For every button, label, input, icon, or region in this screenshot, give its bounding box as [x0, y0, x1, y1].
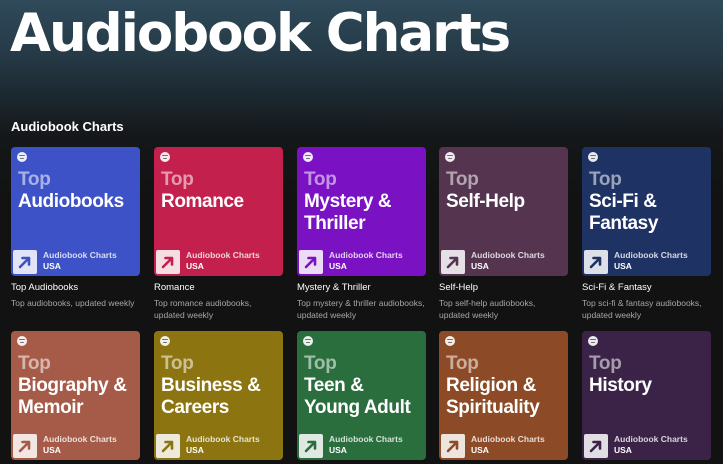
cover-region-label: USA [186, 261, 204, 271]
card-title-link[interactable]: Mystery & Thriller [297, 282, 426, 293]
chart-card[interactable]: Top Religion & Spirituality Audiobook Char… [439, 331, 568, 460]
chart-card[interactable]: Top Teen & Young Adult Audiobook Charts USA [297, 331, 426, 460]
cover-brand-label: Audiobook Charts [471, 434, 545, 444]
spotify-logo-icon [303, 336, 313, 346]
chart-cover[interactable]: Top Sci-Fi & Fantasy Audiobook Charts USA [582, 147, 711, 276]
card-description: Top sci-fi & fantasy audiobooks, updated… [582, 298, 702, 320]
cover-brand-label: Audiobook Charts [471, 250, 545, 260]
chart-arrow-icon [13, 434, 37, 458]
chart-cover[interactable]: Top Biography & Memoir Audiobook Charts USA [11, 331, 140, 460]
card-description: Top audiobooks, updated weekly [11, 298, 135, 308]
chart-cover[interactable]: Top Audiobooks Audiobook Charts USA [11, 147, 140, 276]
cover-region-label: USA [43, 445, 61, 455]
cover-region-label: USA [471, 445, 489, 455]
card-title-link[interactable]: Self-Help [439, 282, 568, 293]
cover-chart-name: Teen & Young Adult [304, 375, 411, 418]
spotify-logo-icon [588, 336, 598, 346]
chart-cover[interactable]: Top Romance Audiobook Charts USA [154, 147, 283, 276]
chart-arrow-icon [156, 250, 180, 274]
chart-cover[interactable]: Top Business & Careers Audiobook Charts USA [154, 331, 283, 460]
spotify-logo-icon [445, 152, 455, 162]
chart-cover[interactable]: Top Religion & Spirituality Audiobook Char… [439, 331, 568, 460]
cover-region-label: USA [614, 445, 632, 455]
cover-brand-label: Audiobook Charts [329, 250, 403, 260]
audiobook-charts-page: Audiobook Charts Audiobook Charts Top Aud… [0, 0, 723, 464]
chart-card[interactable]: Top Mystery & Thriller Audiobook Charts USA… [297, 147, 426, 321]
chart-cover[interactable]: Top Mystery & Thriller Audiobook Charts USA [297, 147, 426, 276]
cover-top-word: Top [161, 169, 194, 190]
chart-arrow-icon [584, 250, 608, 274]
spotify-logo-icon [17, 152, 27, 162]
cover-top-word: Top [446, 169, 479, 190]
page-title: Audiobook Charts [10, 3, 511, 64]
cover-region-label: USA [186, 445, 204, 455]
chart-arrow-icon [13, 250, 37, 274]
cover-region-label: USA [614, 261, 632, 271]
cover-brand-label: Audiobook Charts [43, 250, 117, 260]
cover-top-word: Top [589, 169, 622, 190]
cover-brand-label: Audiobook Charts [186, 250, 260, 260]
chart-arrow-icon [584, 434, 608, 458]
chart-card[interactable]: Top Sci-Fi & Fantasy Audiobook Charts USA Sc… [582, 147, 711, 321]
cover-region-label: USA [471, 261, 489, 271]
card-description: Top romance audiobooks, updated weekly [154, 298, 252, 320]
cover-top-word: Top [589, 353, 622, 374]
card-title-link[interactable]: Top Audiobooks [11, 282, 140, 293]
spotify-logo-icon [17, 336, 27, 346]
cover-region-label: USA [329, 445, 347, 455]
spotify-logo-icon [160, 152, 170, 162]
spotify-logo-icon [303, 152, 313, 162]
card-description: Top self-help audiobooks, updated weekly [439, 298, 536, 320]
cover-chart-name: Sci-Fi & Fantasy [589, 191, 659, 234]
cover-top-word: Top [161, 353, 194, 374]
cover-region-label: USA [43, 261, 61, 271]
cover-top-word: Top [304, 169, 337, 190]
cover-top-word: Top [18, 169, 51, 190]
cover-chart-name: Religion & Spirituality [446, 375, 540, 418]
cover-chart-name: History [589, 375, 652, 396]
chart-arrow-icon [441, 250, 465, 274]
cover-chart-name: Romance [161, 191, 244, 212]
cover-chart-name: Business & Careers [161, 375, 261, 418]
cover-brand-label: Audiobook Charts [43, 434, 117, 444]
chart-arrow-icon [299, 434, 323, 458]
cover-brand-label: Audiobook Charts [614, 250, 688, 260]
cover-brand-label: Audiobook Charts [614, 434, 688, 444]
cover-top-word: Top [18, 353, 51, 374]
chart-card[interactable]: Top Romance Audiobook Charts USA Romance Top … [154, 147, 283, 321]
chart-arrow-icon [299, 250, 323, 274]
cover-top-word: Top [304, 353, 337, 374]
spotify-logo-icon [160, 336, 170, 346]
chart-card[interactable]: Top History Audiobook Charts USA [582, 331, 711, 460]
card-title-link[interactable]: Romance [154, 282, 283, 293]
chart-card[interactable]: Top Self-Help Audiobook Charts USA Self-Help… [439, 147, 568, 321]
cover-chart-name: Mystery & Thriller [304, 191, 392, 234]
section-title[interactable]: Audiobook Charts [11, 119, 124, 134]
chart-arrow-icon [441, 434, 465, 458]
cover-brand-label: Audiobook Charts [329, 434, 403, 444]
chart-cover[interactable]: Top Self-Help Audiobook Charts USA [439, 147, 568, 276]
chart-cover[interactable]: Top Teen & Young Adult Audiobook Charts USA [297, 331, 426, 460]
chart-card[interactable]: Top Business & Careers Audiobook Charts USA [154, 331, 283, 460]
chart-arrow-icon [156, 434, 180, 458]
cover-chart-name: Audiobooks [18, 191, 124, 212]
spotify-logo-icon [445, 336, 455, 346]
cover-region-label: USA [329, 261, 347, 271]
cover-chart-name: Self-Help [446, 191, 525, 212]
spotify-logo-icon [588, 152, 598, 162]
card-title-link[interactable]: Sci-Fi & Fantasy [582, 282, 711, 293]
cover-brand-label: Audiobook Charts [186, 434, 260, 444]
cover-chart-name: Biography & Memoir [18, 375, 127, 418]
card-description: Top mystery & thriller audiobooks, updat… [297, 298, 425, 320]
cover-top-word: Top [446, 353, 479, 374]
chart-card[interactable]: Top Audiobooks Audiobook Charts USA Top Audi… [11, 147, 140, 309]
chart-cover[interactable]: Top History Audiobook Charts USA [582, 331, 711, 460]
chart-card[interactable]: Top Biography & Memoir Audiobook Charts USA [11, 331, 140, 460]
